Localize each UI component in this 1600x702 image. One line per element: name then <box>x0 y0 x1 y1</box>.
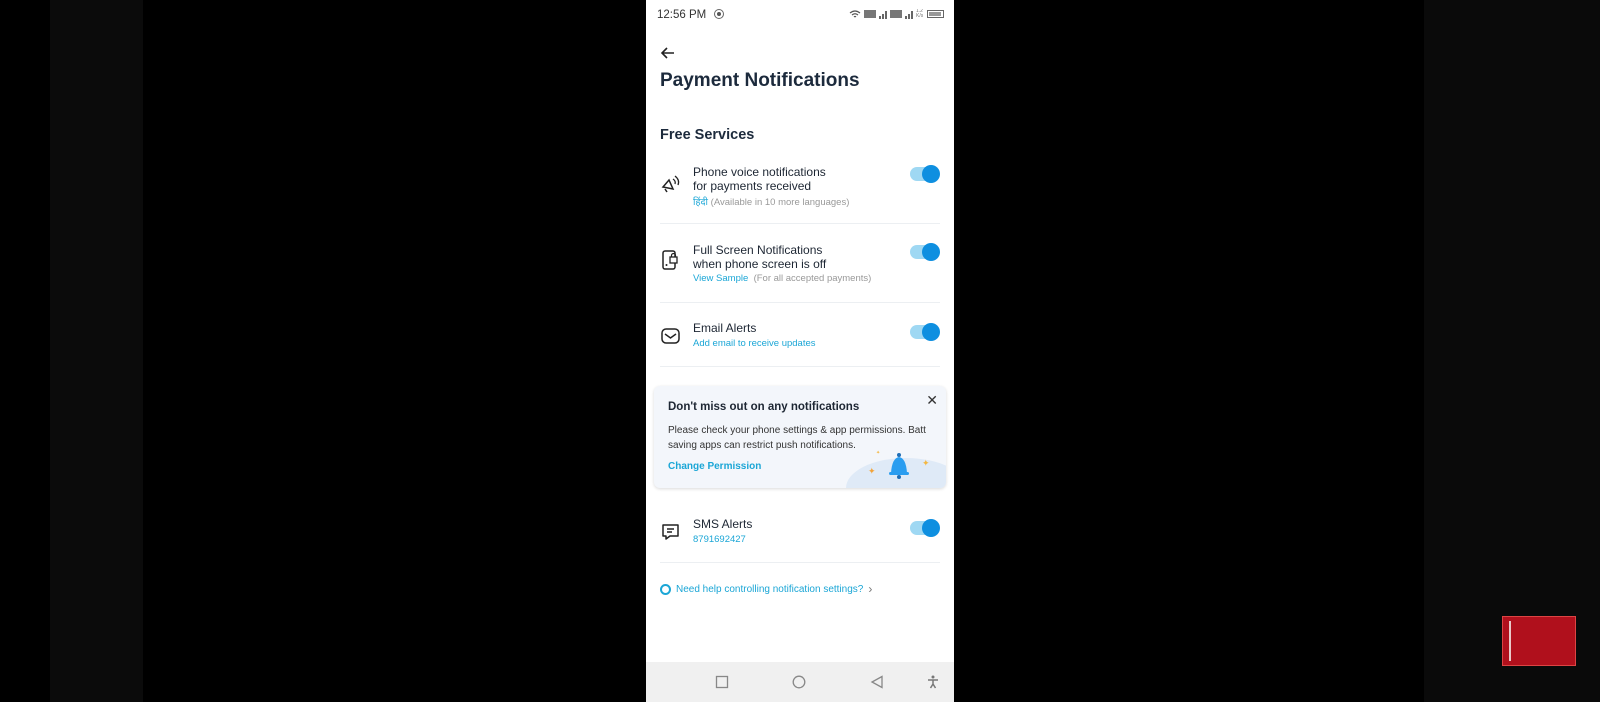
back-button[interactable] <box>660 46 678 62</box>
setting-sms-alerts: SMS Alerts 8791692427 <box>660 517 940 549</box>
message-icon <box>662 524 679 540</box>
permission-banner: Don't miss out on any notifications Plea… <box>654 386 946 488</box>
full-screen-toggle[interactable] <box>910 243 940 261</box>
email-alerts-toggle[interactable] <box>910 323 940 341</box>
volte-icon <box>864 10 876 18</box>
back-nav-button[interactable] <box>870 675 884 689</box>
status-icons: 1.2 K/s <box>849 9 944 19</box>
setting-title: SMS Alerts <box>693 517 753 531</box>
status-bar: 12:56 PM 1.2 K/s <box>646 0 954 30</box>
home-button[interactable] <box>792 675 806 689</box>
phone-lock-icon <box>662 250 678 270</box>
setting-subtitle: for payments received <box>693 179 812 193</box>
battery-icon <box>927 10 944 18</box>
setting-note: (Available in 10 more languages) <box>710 197 850 208</box>
bell-icon <box>889 453 909 479</box>
sparkle-icon: ✦ <box>876 450 881 456</box>
toggle-knob <box>922 243 940 261</box>
toggle-knob <box>922 519 940 537</box>
banner-body: Please check your phone settings & app p… <box>668 423 940 453</box>
watermark-logo <box>1502 616 1576 666</box>
phone-screen: 12:56 PM 1.2 K/s Payment Notifications F… <box>646 0 954 702</box>
sparkle-icon: ✦ <box>922 458 930 468</box>
setting-title: Email Alerts <box>693 321 757 335</box>
status-time: 12:56 PM <box>657 9 707 21</box>
setting-full-screen: Full Screen Notifications when phone scr… <box>660 243 940 288</box>
change-permission-button[interactable]: Change Permission <box>668 461 761 472</box>
divider <box>660 366 940 367</box>
divider <box>660 223 940 224</box>
speaker-voice-icon <box>661 175 680 193</box>
view-sample-link[interactable]: View Sample <box>693 273 748 284</box>
banner-body-line-1: Please check your phone settings & app p… <box>668 425 926 436</box>
arrow-left-icon <box>660 47 674 59</box>
help-link[interactable]: Need help controlling notification setti… <box>660 582 872 596</box>
chevron-right-icon: › <box>868 582 873 596</box>
setting-note: (For all accepted payments) <box>753 273 872 284</box>
android-nav-bar <box>646 662 954 702</box>
envelope-icon <box>661 328 680 344</box>
close-banner-button[interactable]: ✕ <box>926 392 938 409</box>
accessibility-button[interactable] <box>926 675 940 689</box>
lifebuoy-icon <box>660 583 671 595</box>
net-speed: 1.2 K/s <box>916 9 924 19</box>
banner-title: Don't miss out on any notifications <box>668 401 860 413</box>
toggle-knob <box>922 323 940 341</box>
signal-icon <box>879 10 887 19</box>
wifi-icon <box>849 9 861 17</box>
setting-extra: हिंदी (Available in 10 more languages) <box>693 195 849 208</box>
banner-body-line-2: saving apps can restrict push notificati… <box>668 440 856 451</box>
signal-icon-2 <box>905 10 913 19</box>
volte-icon-2 <box>890 10 902 18</box>
background-band-right <box>1424 0 1600 702</box>
setting-title: Phone voice notifications <box>693 165 826 179</box>
help-link-text: Need help controlling notification setti… <box>676 583 864 595</box>
section-title: Free Services <box>660 127 755 143</box>
sms-alerts-toggle[interactable] <box>910 519 940 537</box>
divider <box>660 562 940 563</box>
recents-button[interactable] <box>715 675 729 689</box>
toggle-knob <box>922 165 940 183</box>
setting-voice-notifications: Phone voice notifications for payments r… <box>660 165 940 210</box>
language-link[interactable]: हिंदी <box>693 197 708 208</box>
add-email-link[interactable]: Add email to receive updates <box>693 338 816 349</box>
setting-email-alerts: Email Alerts Add email to receive update… <box>660 321 940 353</box>
page-title: Payment Notifications <box>660 70 860 91</box>
divider <box>660 302 940 303</box>
sms-phone-number[interactable]: 8791692427 <box>693 534 746 545</box>
setting-subtitle: when phone screen is off <box>693 257 827 271</box>
background-band-left <box>50 0 143 702</box>
setting-extra: View Sample (For all accepted payments) <box>693 273 871 284</box>
sparkle-icon: ✦ <box>868 466 876 476</box>
setting-title: Full Screen Notifications <box>693 243 823 257</box>
screen-record-icon <box>714 9 724 19</box>
voice-notifications-toggle[interactable] <box>910 165 940 183</box>
